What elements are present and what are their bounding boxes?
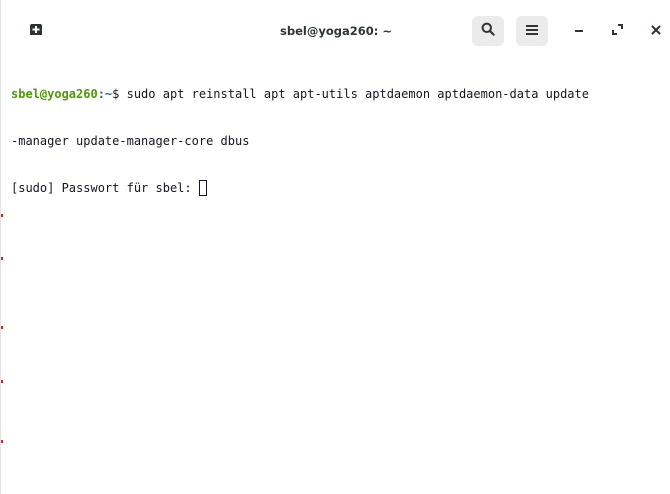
edge-marker: [1, 440, 3, 443]
password-line: [sudo] Passwort für sbel:: [11, 180, 670, 196]
maximize-button[interactable]: [606, 20, 628, 42]
maximize-icon: [611, 22, 623, 40]
minimize-icon: [574, 22, 584, 40]
menu-button[interactable]: [516, 16, 548, 46]
password-prompt: [sudo] Passwort für sbel:: [11, 181, 199, 195]
new-tab-button[interactable]: [25, 20, 47, 42]
edge-marker: [1, 257, 3, 260]
search-button[interactable]: [472, 16, 504, 46]
prompt-symbol: $: [112, 87, 127, 101]
close-button[interactable]: [645, 20, 667, 42]
edge-marker: [1, 214, 3, 217]
prompt-user: sbel@yoga260: [11, 87, 98, 101]
terminal-output[interactable]: sbel@yoga260:~$ sudo apt reinstall apt a…: [11, 56, 670, 227]
command-text: sudo apt reinstall apt apt-utils aptdaem…: [126, 87, 589, 101]
prompt-path: :~: [97, 87, 113, 101]
header-bar: sbel@yoga260: ~: [1, 0, 670, 54]
new-tab-icon: [30, 22, 42, 40]
close-icon: [651, 22, 661, 40]
edge-marker: [1, 380, 3, 383]
command-continuation: -manager update-manager-core dbus: [11, 133, 250, 148]
command-line: sbel@yoga260:~$ sudo apt reinstall apt a…: [11, 87, 670, 103]
hamburger-menu-icon: [526, 22, 538, 40]
text-cursor: [198, 180, 207, 196]
minimize-button[interactable]: [568, 20, 590, 42]
terminal-window: sbel@yoga260: ~ sbel@yoga260:~$ sudo apt…: [0, 0, 670, 494]
edge-marker: [1, 326, 3, 329]
search-icon: [481, 22, 495, 41]
